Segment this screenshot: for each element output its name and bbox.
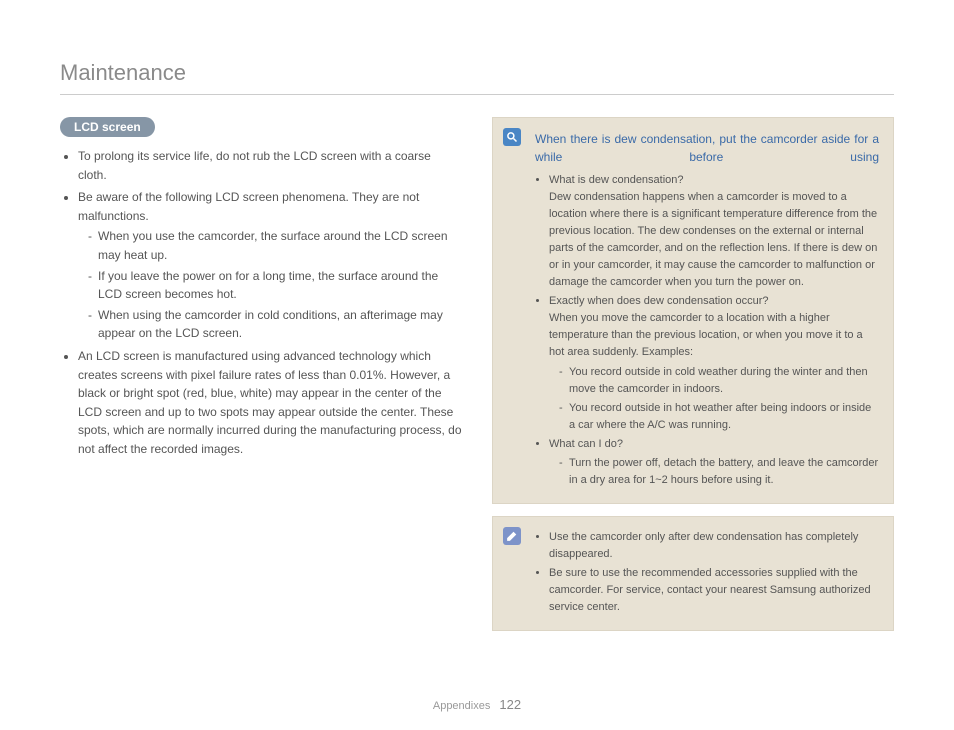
list-item: Turn the power off, detach the battery, … — [559, 455, 879, 489]
sub-list: You record outside in cold weather durin… — [549, 364, 879, 434]
question-label: Exactly when does dew condensation occur… — [549, 295, 769, 307]
list-item-text: Be aware of the following LCD screen phe… — [78, 190, 419, 223]
section-label-lcd-screen: LCD screen — [60, 117, 155, 137]
left-column: LCD screen To prolong its service life, … — [60, 117, 462, 643]
list-item: An LCD screen is manufactured using adva… — [78, 347, 462, 459]
list-item: Be aware of the following LCD screen phe… — [78, 188, 462, 343]
page-footer: Appendixes 122 — [0, 697, 954, 712]
note-list: Use the camcorder only after dew condens… — [535, 529, 879, 616]
footer-section: Appendixes — [433, 700, 491, 712]
question-label: What is dew condensation? — [549, 174, 684, 186]
list-item: When using the camcorder in cold conditi… — [88, 306, 462, 343]
list-item: Use the camcorder only after dew condens… — [549, 529, 879, 563]
list-item: Be sure to use the recommended accessori… — [549, 565, 879, 616]
list-item: What is dew condensation? Dew condensati… — [549, 172, 879, 291]
two-column-layout: LCD screen To prolong its service life, … — [60, 117, 894, 643]
sub-list: Turn the power off, detach the battery, … — [549, 455, 879, 489]
list-item: You record outside in cold weather durin… — [559, 364, 879, 398]
answer-text: When you move the camcorder to a locatio… — [549, 310, 879, 361]
question-label: What can I do? — [549, 438, 623, 450]
callout-list: What is dew condensation? Dew condensati… — [535, 172, 879, 489]
magnifier-icon — [503, 128, 521, 146]
callout-title: When there is dew condensation, put the … — [535, 130, 879, 166]
list-item: You record outside in hot weather after … — [559, 400, 879, 434]
list-item: Exactly when does dew condensation occur… — [549, 293, 879, 433]
note-callout: Use the camcorder only after dew condens… — [492, 516, 894, 631]
list-item: What can I do? Turn the power off, detac… — [549, 436, 879, 489]
answer-text: Dew condensation happens when a camcorde… — [549, 189, 879, 291]
page-title: Maintenance — [60, 60, 894, 95]
list-item: When you use the camcorder, the surface … — [88, 227, 462, 264]
right-column: When there is dew condensation, put the … — [492, 117, 894, 643]
pencil-note-icon — [503, 527, 521, 545]
list-item: To prolong its service life, do not rub … — [78, 147, 462, 184]
list-item: If you leave the power on for a long tim… — [88, 267, 462, 304]
page-number: 122 — [499, 697, 521, 712]
dew-condensation-callout: When there is dew condensation, put the … — [492, 117, 894, 504]
sub-list: When you use the camcorder, the surface … — [78, 227, 462, 343]
lcd-screen-list: To prolong its service life, do not rub … — [60, 147, 462, 459]
